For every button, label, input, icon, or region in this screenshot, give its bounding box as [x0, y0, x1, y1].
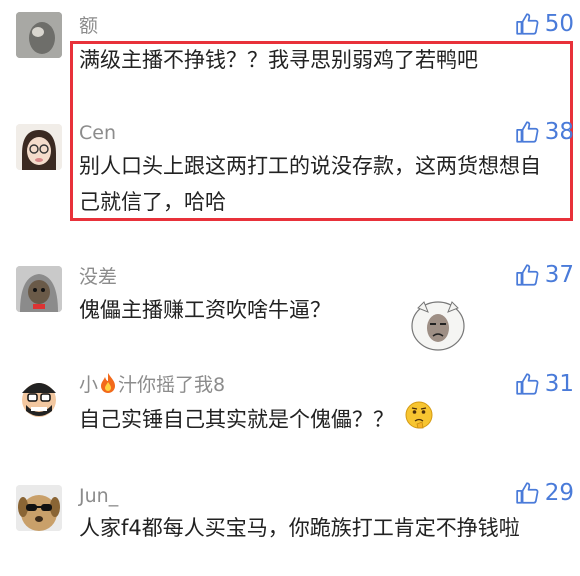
comment-username[interactable]: 没差	[79, 265, 117, 289]
like-button[interactable]: 31	[515, 371, 574, 397]
girl-with-glasses-avatar-icon[interactable]	[16, 124, 62, 170]
like-button[interactable]: 37	[515, 262, 574, 288]
thinking-emoji-icon	[404, 400, 434, 441]
comment-text-content: 自己实锤自己其实就是个傀儡？？	[79, 407, 394, 432]
comment-username[interactable]: Jun_	[79, 484, 118, 508]
thumbs-up-icon	[516, 13, 539, 35]
comment-text: 傀儡主播赚工资吹啥牛逼？	[79, 298, 331, 322]
like-button[interactable]: 38	[515, 119, 574, 145]
username-prefix: 小	[79, 374, 99, 396]
gray-animal-avatar-icon[interactable]	[16, 12, 62, 58]
like-count: 31	[544, 371, 574, 397]
comment-username[interactable]: Cen	[79, 121, 116, 145]
cartoon-face-avatar-icon[interactable]	[16, 375, 62, 421]
meme-face-sticker-icon	[410, 298, 466, 356]
thumbs-up-icon	[516, 121, 539, 143]
dog-with-sunglasses-avatar-icon[interactable]	[16, 485, 62, 531]
like-count: 38	[544, 119, 574, 145]
like-count: 37	[544, 262, 574, 288]
comment-username[interactable]: 小 汁你摇了我8	[79, 372, 225, 400]
comment-text: 满级主播不挣钱？？我寻思别弱鸡了若鸭吧	[79, 48, 478, 72]
comment-text: 人家f4都每人买宝马，你跪族打工肯定不挣钱啦	[79, 516, 520, 540]
comment-text: 别人口头上跟这两打工的说没存款，这两货想想自己就信了，哈哈	[79, 154, 541, 214]
comment-text: 自己实锤自己其实就是个傀儡？？	[79, 400, 559, 441]
comment-username[interactable]: 额	[79, 14, 98, 38]
thumbs-up-icon	[516, 482, 539, 504]
like-count: 29	[544, 480, 574, 506]
fire-icon	[99, 372, 117, 400]
thumbs-up-icon	[516, 373, 539, 395]
like-button[interactable]: 50	[515, 11, 574, 37]
username-suffix: 汁你摇了我8	[118, 374, 226, 396]
like-count: 50	[544, 11, 574, 37]
cat-in-hood-avatar-icon[interactable]	[16, 266, 62, 312]
thumbs-up-icon	[516, 264, 539, 286]
like-button[interactable]: 29	[515, 480, 574, 506]
